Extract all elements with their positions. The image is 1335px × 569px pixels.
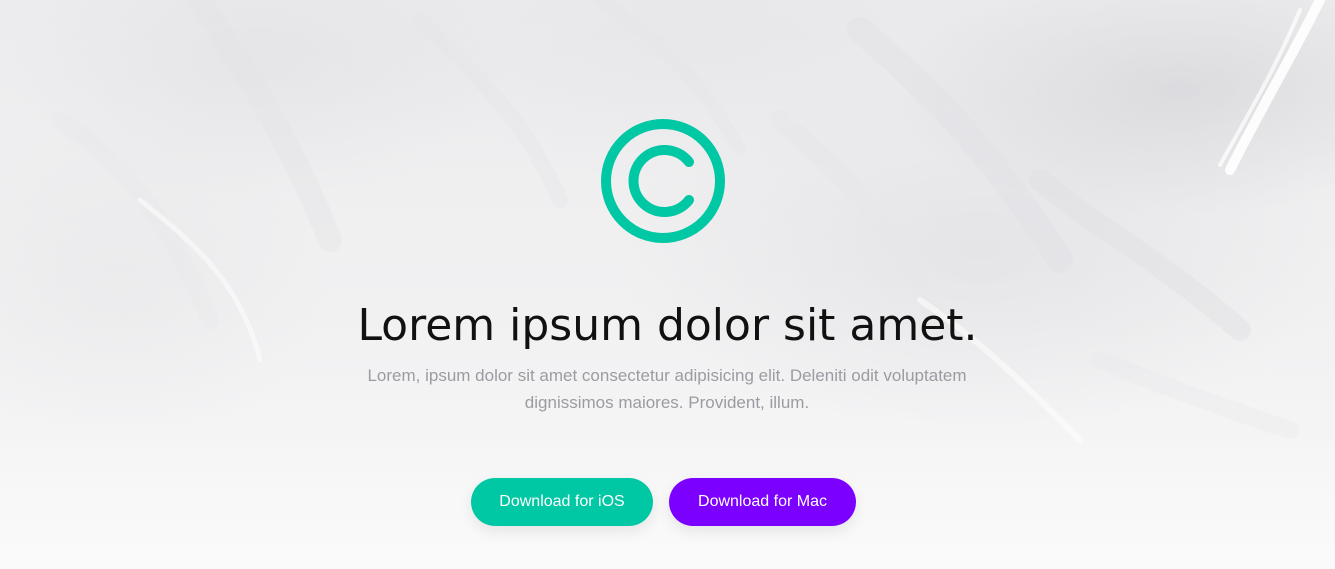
download-mac-button[interactable]: Download for Mac <box>669 478 856 526</box>
page-title: Lorem ipsum dolor sit amet. <box>357 300 978 351</box>
bottom-fade <box>0 429 1335 569</box>
hero-section: Lorem ipsum dolor sit amet. Lorem, ipsum… <box>0 0 1335 569</box>
copyright-icon <box>601 119 725 243</box>
hero-subtitle: Lorem, ipsum dolor sit amet consectetur … <box>367 366 967 412</box>
download-ios-button[interactable]: Download for iOS <box>471 478 653 526</box>
